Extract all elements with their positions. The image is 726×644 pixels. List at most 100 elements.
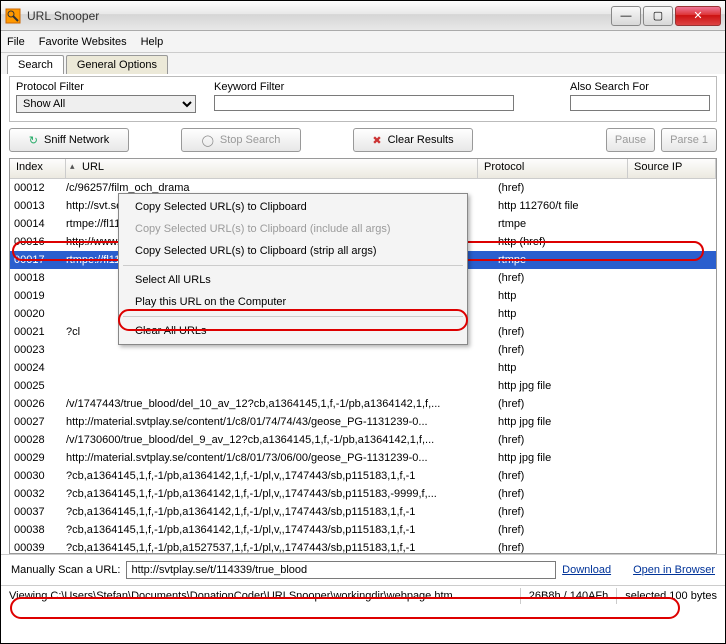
cell-protocol: rtmpe	[494, 254, 644, 266]
cell-index: 00038	[10, 524, 66, 536]
protocol-filter-select[interactable]: Show All	[16, 95, 196, 113]
cell-protocol: rtmpe	[494, 218, 644, 230]
cell-index: 00017	[10, 254, 66, 266]
tab-general-options[interactable]: General Options	[66, 55, 168, 74]
maximize-button[interactable]: ▢	[643, 6, 673, 26]
cm-copy[interactable]: Copy Selected URL(s) to Clipboard	[121, 196, 465, 218]
cell-protocol: http 112760/t file	[494, 200, 644, 212]
cell-index: 00014	[10, 218, 66, 230]
open-browser-link[interactable]: Open in Browser	[633, 564, 715, 576]
cm-copy-include-args: Copy Selected URL(s) to Clipboard (inclu…	[121, 218, 465, 240]
cell-url: /v/1747443/true_blood/del_10_av_12?cb,a1…	[66, 398, 494, 410]
cell-url: /v/1730600/true_blood/del_9_av_12?cb,a13…	[66, 434, 494, 446]
cm-play-url[interactable]: Play this URL on the Computer	[121, 291, 465, 313]
cell-protocol: http jpg file	[494, 380, 644, 392]
cell-protocol: http jpg file	[494, 416, 644, 428]
titlebar: URL Snooper — ▢ ✕	[1, 1, 725, 31]
menubar: File Favorite Websites Help	[1, 31, 725, 53]
scan-bar: Manually Scan a URL: Download Open in Br…	[1, 554, 725, 585]
col-source-ip[interactable]: Source IP	[628, 159, 716, 178]
app-icon	[5, 8, 21, 24]
table-row[interactable]: 00032?cb,a1364145,1,f,-1/pb,a1364142,1,f…	[10, 485, 716, 503]
cell-url: http://material.svtplay.se/content/1/c8/…	[66, 452, 494, 464]
pause-button[interactable]: Pause	[606, 128, 655, 152]
cell-protocol: (href)	[494, 488, 644, 500]
col-index[interactable]: Index	[10, 159, 66, 178]
cell-url: ?cb,a1364145,1,f,-1/pb,a1364142,1,f,-1/p…	[66, 488, 494, 500]
cell-index: 00013	[10, 200, 66, 212]
keyword-filter-label: Keyword Filter	[214, 81, 514, 93]
also-search-label: Also Search For	[570, 81, 710, 93]
cell-index: 00027	[10, 416, 66, 428]
scan-url-input[interactable]	[126, 561, 556, 579]
table-row[interactable]: 00024http	[10, 359, 716, 377]
cell-index: 00021	[10, 326, 66, 338]
table-row[interactable]: 00029http://material.svtplay.se/content/…	[10, 449, 716, 467]
menu-file[interactable]: File	[7, 36, 25, 48]
status-selection: selected 100 bytes	[617, 588, 725, 604]
also-search-input[interactable]	[570, 95, 710, 111]
cell-protocol: (href)	[494, 344, 644, 356]
cell-index: 00030	[10, 470, 66, 482]
status-bar: Viewing C:\Users\Stefan\Documents\Donati…	[1, 585, 725, 605]
download-link[interactable]: Download	[562, 564, 611, 576]
window-title: URL Snooper	[27, 9, 611, 23]
cell-protocol: (href)	[494, 524, 644, 536]
cm-clear-all[interactable]: Clear All URLs	[121, 320, 465, 342]
cm-separator	[123, 316, 463, 317]
close-button[interactable]: ✕	[675, 6, 721, 26]
cm-copy-strip-args[interactable]: Copy Selected URL(s) to Clipboard (strip…	[121, 240, 465, 262]
table-row[interactable]: 00038?cb,a1364145,1,f,-1/pb,a1364142,1,f…	[10, 521, 716, 539]
cell-protocol: (href)	[494, 272, 644, 284]
cell-index: 00029	[10, 452, 66, 464]
cell-protocol: http (href)	[494, 236, 644, 248]
toolbar: ↻Sniff Network ◯Stop Search ✖Clear Resul…	[1, 126, 725, 158]
scan-label: Manually Scan a URL:	[11, 564, 120, 576]
cell-protocol: (href)	[494, 470, 644, 482]
cell-index: 00039	[10, 542, 66, 554]
table-row[interactable]: 00037?cb,a1364145,1,f,-1/pb,a1364142,1,f…	[10, 503, 716, 521]
cell-url: http://material.svtplay.se/content/1/c8/…	[66, 416, 494, 428]
tab-bar: Search General Options	[1, 53, 725, 74]
table-row[interactable]: 00030?cb,a1364145,1,f,-1/pb,a1364142,1,f…	[10, 467, 716, 485]
sniff-icon: ↻	[29, 134, 38, 147]
sniff-network-button[interactable]: ↻Sniff Network	[9, 128, 129, 152]
tab-search[interactable]: Search	[7, 55, 64, 74]
cell-index: 00026	[10, 398, 66, 410]
stop-icon: ◯	[202, 134, 214, 147]
cell-url: ?cb,a1364145,1,f,-1/pb,a1364142,1,f,-1/p…	[66, 524, 494, 536]
table-row[interactable]: 00025http jpg file	[10, 377, 716, 395]
menu-help[interactable]: Help	[141, 36, 164, 48]
col-url[interactable]: URL	[66, 159, 478, 178]
cm-select-all[interactable]: Select All URLs	[121, 269, 465, 291]
minimize-button[interactable]: —	[611, 6, 641, 26]
cell-protocol: (href)	[494, 398, 644, 410]
cell-protocol: (href)	[494, 506, 644, 518]
parse-button[interactable]: Parse 1	[661, 128, 717, 152]
stop-search-button[interactable]: ◯Stop Search	[181, 128, 301, 152]
cell-index: 00020	[10, 308, 66, 320]
menu-favorites[interactable]: Favorite Websites	[39, 36, 127, 48]
cell-index: 00023	[10, 344, 66, 356]
cell-protocol: http	[494, 290, 644, 302]
clear-icon: ✖	[372, 134, 381, 147]
cell-index: 00024	[10, 362, 66, 374]
table-row[interactable]: 00026/v/1747443/true_blood/del_10_av_12?…	[10, 395, 716, 413]
clear-results-button[interactable]: ✖Clear Results	[353, 128, 473, 152]
cell-protocol: (href)	[494, 326, 644, 338]
table-row[interactable]: 00027http://material.svtplay.se/content/…	[10, 413, 716, 431]
cell-url: ?cb,a1364145,1,f,-1/pb,a1364142,1,f,-1/p…	[66, 470, 494, 482]
cell-index: 00018	[10, 272, 66, 284]
cell-index: 00037	[10, 506, 66, 518]
table-row[interactable]: 00039?cb,a1364145,1,f,-1/pb,a1527537,1,f…	[10, 539, 716, 554]
cell-index: 00012	[10, 182, 66, 194]
col-protocol[interactable]: Protocol	[478, 159, 628, 178]
cell-protocol: http jpg file	[494, 452, 644, 464]
keyword-filter-input[interactable]	[214, 95, 514, 111]
cell-index: 00019	[10, 290, 66, 302]
status-path: Viewing C:\Users\Stefan\Documents\Donati…	[1, 588, 521, 604]
table-row[interactable]: 00028/v/1730600/true_blood/del_9_av_12?c…	[10, 431, 716, 449]
cell-url: ?cb,a1364145,1,f,-1/pb,a1527537,1,f,-1/p…	[66, 542, 494, 554]
context-menu: Copy Selected URL(s) to Clipboard Copy S…	[118, 193, 468, 345]
cell-url: ?cb,a1364145,1,f,-1/pb,a1364142,1,f,-1/p…	[66, 506, 494, 518]
